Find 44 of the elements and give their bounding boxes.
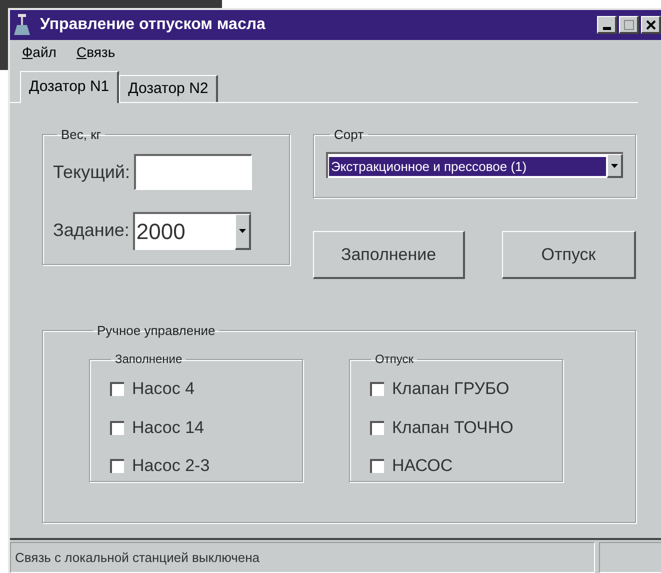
close-icon [646,20,656,30]
checkbox[interactable] [370,420,384,435]
group-label: Сорт [333,126,365,144]
menu-item[interactable]: Связь [76,42,116,64]
maximize-button[interactable] [619,16,639,34]
group-label: Заполнение [114,351,184,368]
app-icon [14,14,32,36]
checkbox-label: Насос 4 [132,378,195,400]
group-label: Ручное управление [96,322,216,340]
action-button[interactable]: Заполнение [313,230,465,279]
grade-combo-box[interactable]: Экстракционное и прессовое (1) [326,152,623,178]
group-label: Отпуск [374,351,414,368]
field-label: Текущий: [53,160,130,184]
caret-icon [611,164,618,168]
window-title: Управление отпуском масла [40,14,266,35]
grade-value: Экстракционное и прессовое (1) [329,156,606,176]
group-label: Вес, кг [60,126,102,144]
menu-item[interactable]: Файл [22,42,56,64]
dropdown-button[interactable] [235,214,252,250]
minimize-icon [602,24,610,30]
checkbox-label: НАСОС [392,455,453,478]
checkbox-label: Клапан ГРУБО [392,378,510,400]
setpoint-value: 2000 [135,218,186,246]
setpoint-combo-box[interactable]: 2000 [133,212,252,250]
checkbox[interactable] [110,420,124,435]
status-bar-panel [599,542,661,573]
checkbox-label: Насос 14 [132,416,204,439]
checkbox[interactable] [110,382,124,396]
close-button[interactable] [641,16,661,34]
caret-icon [239,229,246,234]
tab[interactable]: Дозатор N2 [119,74,218,102]
tab[interactable]: Дозатор N1 [20,70,120,103]
maximize-icon [624,20,634,30]
checkbox[interactable] [110,459,124,474]
checkbox-label: Клапан ТОЧНО [392,416,514,439]
checkbox-label: Насос 2-3 [132,455,210,478]
current-weight-field[interactable] [134,154,252,190]
checkbox[interactable] [370,459,384,474]
minimize-button[interactable] [597,16,617,34]
status-text: Связь с локальной станцией выключена [15,548,260,567]
dropdown-button[interactable] [607,154,623,178]
checkbox[interactable] [370,382,384,396]
action-button[interactable]: Отпуск [502,230,636,279]
field-label: Задание: [53,219,130,242]
